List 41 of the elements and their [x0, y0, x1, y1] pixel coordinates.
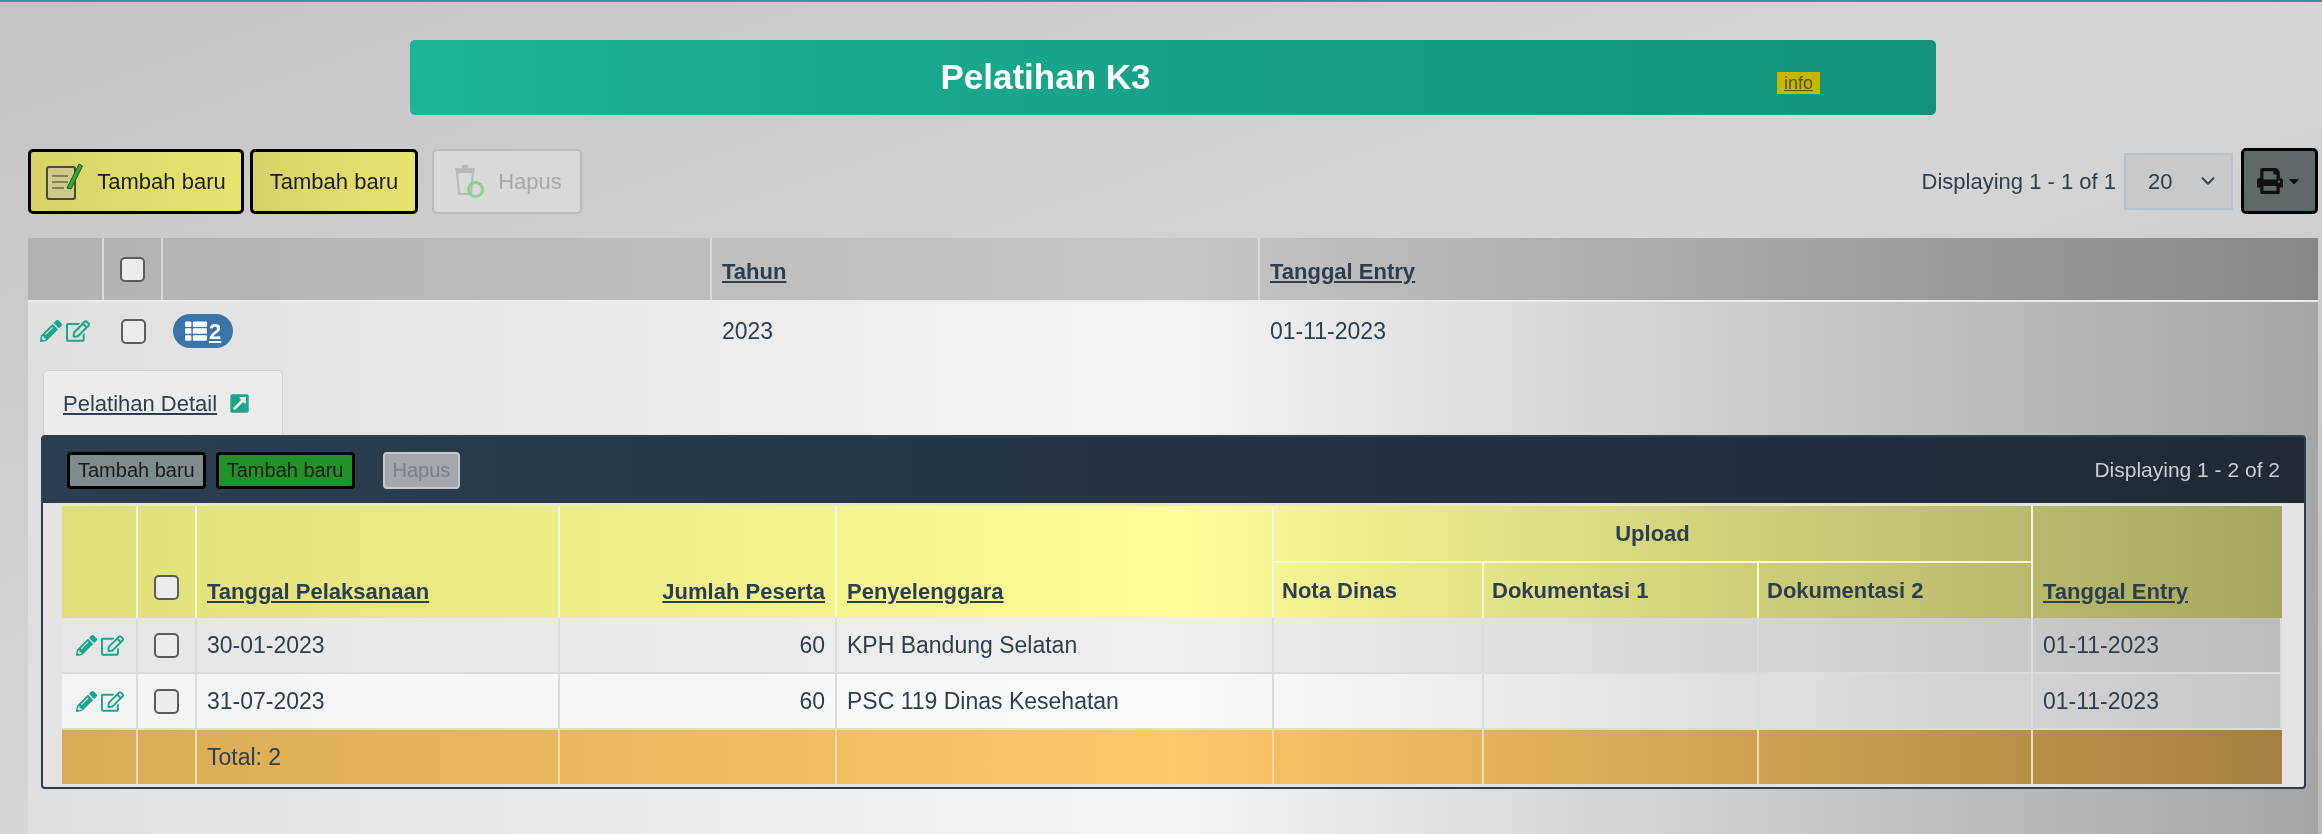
column-header: Dokumentasi 2	[1767, 577, 1924, 605]
panel-button[interactable]: Tambah baru	[67, 451, 206, 489]
checkbox[interactable]	[121, 318, 146, 344]
tab[interactable]: Pelatihan Detail	[43, 370, 284, 435]
edit-icon[interactable]	[101, 689, 124, 713]
table-cell: 2023	[722, 317, 774, 344]
info-link[interactable]: info	[1776, 71, 1820, 94]
pencil-icon[interactable]	[40, 320, 62, 342]
panel-button[interactable]: Tambah baru	[215, 451, 355, 489]
page-title: Pelatihan K3	[940, 56, 1151, 99]
toolbar-button[interactable]: Tambah baru	[250, 148, 418, 214]
total-label: Total: 2	[207, 742, 282, 772]
column-header[interactable]: Penyelenggara	[847, 575, 1004, 608]
page-size-select[interactable]: 20	[2124, 152, 2233, 210]
column-header[interactable]: Tahun	[722, 255, 787, 288]
edit-icon[interactable]	[101, 633, 124, 657]
column-header[interactable]: Tanggal Entry	[1270, 255, 1416, 288]
external-link-icon	[229, 392, 251, 414]
paging-info: Displaying 1 - 2 of 2	[2094, 457, 2280, 484]
checkbox[interactable]	[154, 575, 179, 600]
checkbox[interactable]	[154, 632, 179, 658]
print-button[interactable]	[2241, 148, 2318, 214]
column-header[interactable]: Tanggal Entry	[2043, 575, 2189, 608]
column-header[interactable]: Tanggal Pelaksanaan	[207, 575, 430, 608]
table-cell: 01-11-2023	[1270, 317, 1386, 344]
list-icon	[185, 320, 207, 342]
print-icon	[2257, 168, 2283, 194]
notepad-pencil-icon	[46, 162, 84, 200]
checkbox[interactable]	[120, 256, 145, 282]
column-header[interactable]: Jumlah Peserta	[662, 575, 825, 608]
detail-count-badge[interactable]: 2	[173, 314, 234, 348]
column-group-header: Upload	[1615, 520, 1690, 548]
pencil-icon[interactable]	[76, 690, 97, 712]
column-header: Nota Dinas	[1282, 577, 1397, 605]
paging-info: Displaying 1 - 1 of 1	[1921, 167, 2116, 196]
checkbox[interactable]	[154, 688, 179, 714]
toolbar-button[interactable]: Tambah baru	[28, 148, 244, 214]
pencil-icon[interactable]	[76, 634, 97, 656]
column-header: Dokumentasi 1	[1492, 577, 1649, 605]
edit-icon[interactable]	[66, 319, 90, 343]
trash-icon	[452, 164, 485, 198]
